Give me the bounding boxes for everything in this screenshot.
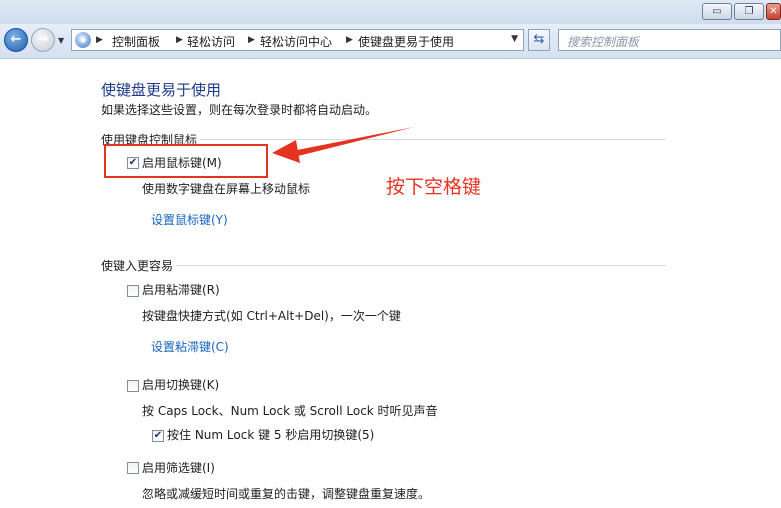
annotation-arrow-icon [272, 127, 414, 163]
annotation-text: 按下空格键 [386, 176, 482, 198]
